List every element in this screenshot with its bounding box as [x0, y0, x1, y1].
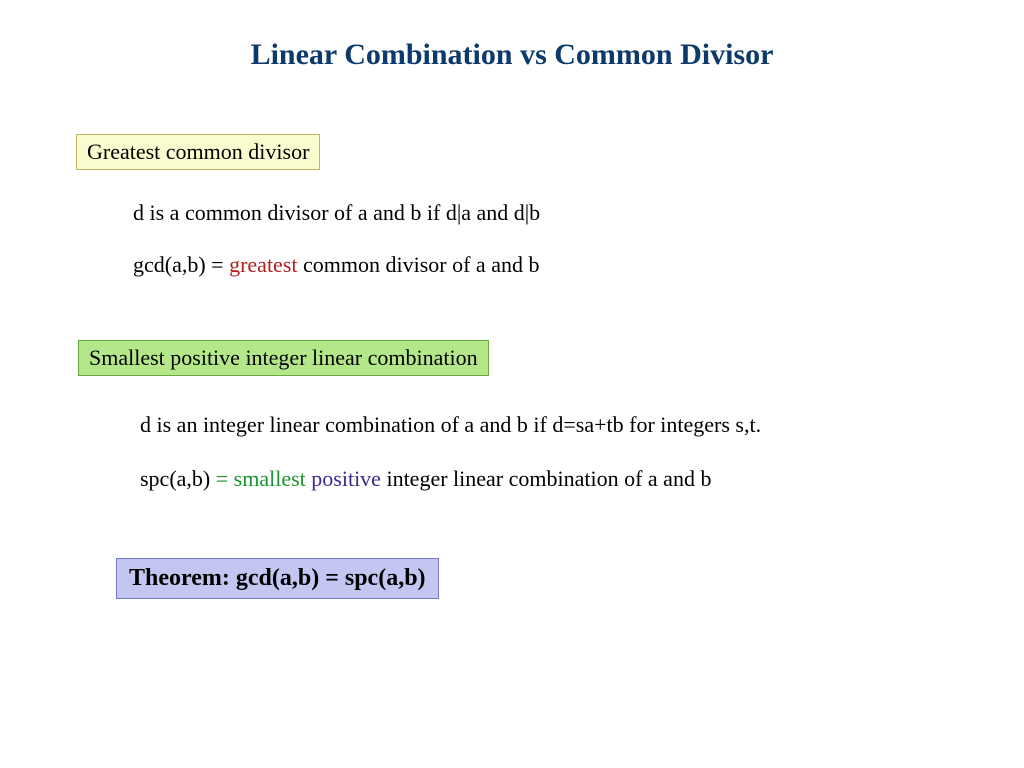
spc-label-box: Smallest positive integer linear combina… [78, 340, 489, 376]
slide-title: Linear Combination vs Common Divisor [0, 38, 1024, 72]
gcd-label-box: Greatest common divisor [76, 134, 320, 170]
gcd-pre: gcd(a,b) = [133, 252, 229, 277]
gcd-definition-formula: gcd(a,b) = greatest common divisor of a … [133, 252, 539, 278]
spc-definition-d: d is an integer linear combination of a … [140, 412, 761, 438]
spc-definition-formula: spc(a,b) = smallest positive integer lin… [140, 466, 711, 492]
spc-eq: = [216, 466, 234, 491]
spc-post: integer linear combination of a and b [381, 466, 712, 491]
gcd-greatest-word: greatest [229, 252, 297, 277]
spc-positive-word: positive [311, 466, 381, 491]
gcd-definition-d: d is a common divisor of a and b if d|a … [133, 200, 540, 226]
theorem-box: Theorem: gcd(a,b) = spc(a,b) [116, 558, 439, 599]
gcd-post: common divisor of a and b [298, 252, 540, 277]
spc-smallest-word: smallest [234, 466, 312, 491]
spc-pre: spc(a,b) [140, 466, 216, 491]
